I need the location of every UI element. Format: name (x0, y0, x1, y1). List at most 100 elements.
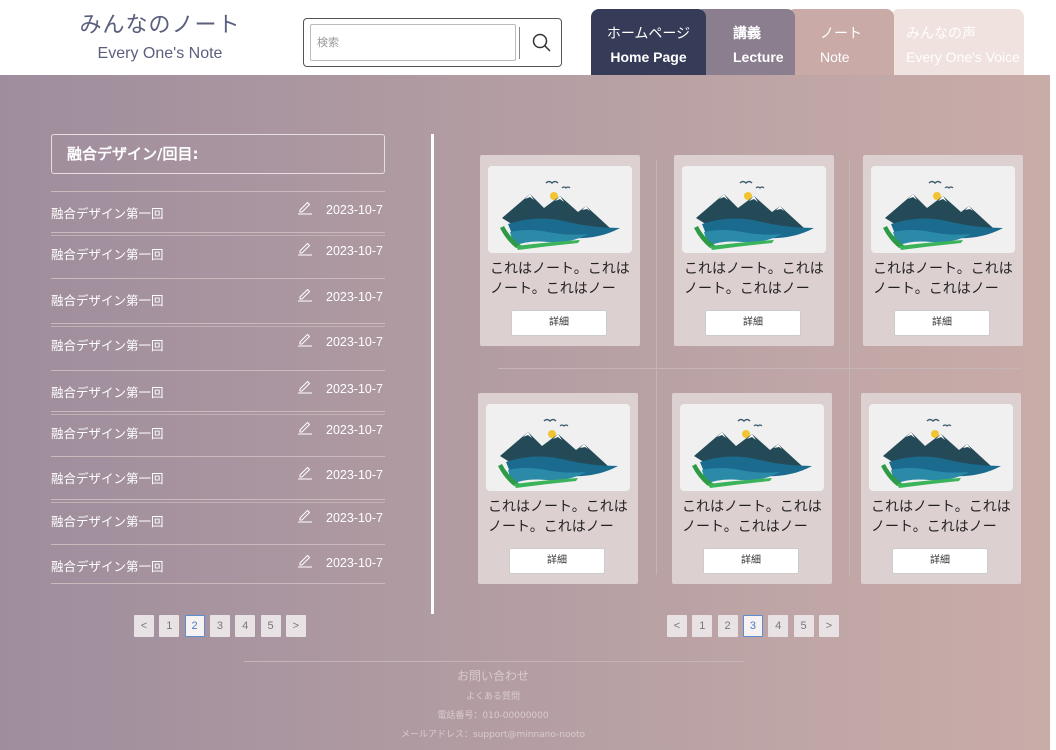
tab-label-en: Lecture (733, 49, 784, 65)
list-item-date: 2023-10-7 (326, 468, 383, 482)
main-content: 融合デザイン/回目: 融合デザイン第一回 2023-10-7 融合デザイン第一回 20… (0, 75, 1050, 750)
note-card: これはノート。これはノート。これはノー詳細 (861, 393, 1021, 584)
list-item[interactable]: 融合デザイン第一回 2023-10-7 (51, 411, 385, 451)
edit-icon[interactable] (297, 331, 313, 347)
tab-label-en: Home Page (610, 49, 687, 65)
tab-home-page[interactable]: ホームページ Home Page (591, 9, 706, 76)
logo-title-en: Every One's Note (97, 45, 223, 62)
list-item[interactable]: 融合デザイン第一回 2023-10-7 (51, 499, 385, 539)
footer-divider (244, 661, 744, 662)
mountain-landscape-image (883, 180, 1003, 250)
page-3-button[interactable]: 3 (742, 615, 763, 637)
details-button[interactable]: 詳細 (894, 310, 990, 336)
list-item[interactable]: 融合デザイン第一回 2023-10-7 (51, 456, 385, 496)
search-button[interactable] (526, 27, 558, 59)
search-divider (519, 27, 520, 59)
details-button[interactable]: 詳細 (703, 548, 799, 574)
list-item[interactable]: 融合デザイン第一回 2023-10-7 (51, 544, 385, 584)
faq-link[interactable]: よくある質問 (0, 689, 986, 702)
page-4-button[interactable]: 4 (768, 615, 789, 637)
row-divider (51, 191, 385, 192)
edit-icon[interactable] (297, 199, 313, 215)
row-divider (51, 583, 385, 584)
edit-icon[interactable] (297, 240, 313, 256)
page-5-button[interactable]: 5 (260, 615, 281, 637)
note-card: これはノート。これはノート。これはノー 詳細 (478, 393, 638, 584)
tab-every-ones-voice[interactable]: みんなの声 Every One's Voice (891, 9, 1024, 76)
tab-label-jp: ノート (820, 25, 862, 41)
page-5-button[interactable]: 5 (793, 615, 814, 637)
row-divider (51, 323, 385, 324)
edit-icon[interactable] (297, 552, 313, 568)
search-input[interactable]: 検索 (310, 24, 516, 61)
search-icon (532, 33, 551, 52)
edit-icon[interactable] (297, 378, 313, 394)
grid-divider (849, 160, 850, 575)
details-button[interactable]: 詳細 (892, 548, 988, 574)
mountain-landscape-image (881, 418, 1001, 488)
list-end-divider (51, 583, 385, 584)
list-item[interactable]: 融合デザイン第一回 2023-10-7 (51, 323, 385, 363)
tab-note[interactable]: ノート Note (787, 9, 894, 76)
list-item[interactable]: 融合デザイン第一回 2023-10-7 (51, 232, 385, 272)
list-pagination: <1 2 3 4 5 > (134, 615, 306, 637)
list-item-date: 2023-10-7 (326, 556, 383, 570)
note-excerpt: これはノート。これはノート。これはノー (873, 261, 1013, 297)
edit-icon[interactable] (297, 464, 313, 480)
row-divider (51, 370, 385, 371)
list-item-date: 2023-10-7 (326, 382, 383, 396)
list-item-date: 2023-10-7 (326, 335, 383, 349)
prev-page-button[interactable]: < (134, 615, 154, 637)
list-item-date: 2023-10-7 (326, 203, 383, 217)
note-card: これはノート。これはノート。これはノー 詳細 (674, 155, 834, 346)
list-item-title: 融合デザイン第一回 (51, 385, 164, 400)
edit-icon[interactable] (297, 507, 313, 523)
header: みんなのノート Every One's Note 検索 みんなの声 Every … (0, 0, 1056, 76)
note-thumbnail (682, 166, 826, 253)
mountain-landscape-image (692, 418, 812, 488)
details-button[interactable]: 詳細 (509, 548, 605, 574)
note-thumbnail (871, 166, 1015, 253)
page-2-button[interactable]: 2 (717, 615, 738, 637)
list-item[interactable]: 融合デザイン第一回 2023-10-7 (51, 370, 385, 410)
page-2-button[interactable]: 2 (184, 615, 205, 637)
column-divider (431, 134, 434, 614)
row-divider (51, 235, 385, 236)
list-item[interactable]: 融合デザイン第一回 2023-10-7 (51, 191, 385, 231)
cards-pagination: <1 2 3 4 5 > (667, 615, 839, 637)
list-item-date: 2023-10-7 (326, 511, 383, 525)
details-button[interactable]: 詳細 (511, 310, 607, 336)
mountain-landscape-image (498, 418, 618, 488)
tab-label-en: Note (820, 49, 850, 65)
next-page-button[interactable]: > (818, 615, 839, 637)
note-excerpt: これはノート。これはノート。これはノー (871, 499, 1011, 535)
note-card: これはノート。これはノート。これはノー詳細 (480, 155, 640, 346)
row-divider (51, 326, 385, 327)
edit-icon[interactable] (297, 286, 313, 302)
row-divider (51, 499, 385, 500)
scrollbar[interactable] (1050, 75, 1056, 750)
note-thumbnail (486, 404, 630, 491)
mountain-landscape-image (694, 180, 814, 250)
next-page-button[interactable]: > (285, 615, 306, 637)
section-title: 融合デザイン/回目: (51, 134, 385, 174)
row-divider (51, 456, 385, 457)
note-excerpt: これはノート。これはノート。これはノー (490, 261, 630, 297)
site-logo[interactable]: みんなのノート Every One's Note (70, 12, 250, 68)
list-item-title: 融合デザイン第一回 (51, 426, 164, 441)
list-item-title: 融合デザイン第一回 (51, 293, 164, 308)
list-item-title: 融合デザイン第一回 (51, 247, 164, 262)
page-3-button[interactable]: 3 (209, 615, 230, 637)
details-button[interactable]: 詳細 (705, 310, 801, 336)
tab-lecture[interactable]: 講義 Lecture (695, 9, 795, 76)
list-item[interactable]: 融合デザイン第一回 2023-10-7 (51, 278, 385, 318)
row-divider (51, 232, 385, 233)
grid-divider (498, 368, 1020, 369)
prev-page-button[interactable]: < (667, 615, 687, 637)
contact-link[interactable]: お問い合わせ (0, 667, 986, 684)
edit-icon[interactable] (297, 419, 313, 435)
note-thumbnail (680, 404, 824, 491)
page-1-button[interactable]: 1 (692, 615, 713, 637)
page-1-button[interactable]: 1 (159, 615, 180, 637)
page-4-button[interactable]: 4 (235, 615, 256, 637)
